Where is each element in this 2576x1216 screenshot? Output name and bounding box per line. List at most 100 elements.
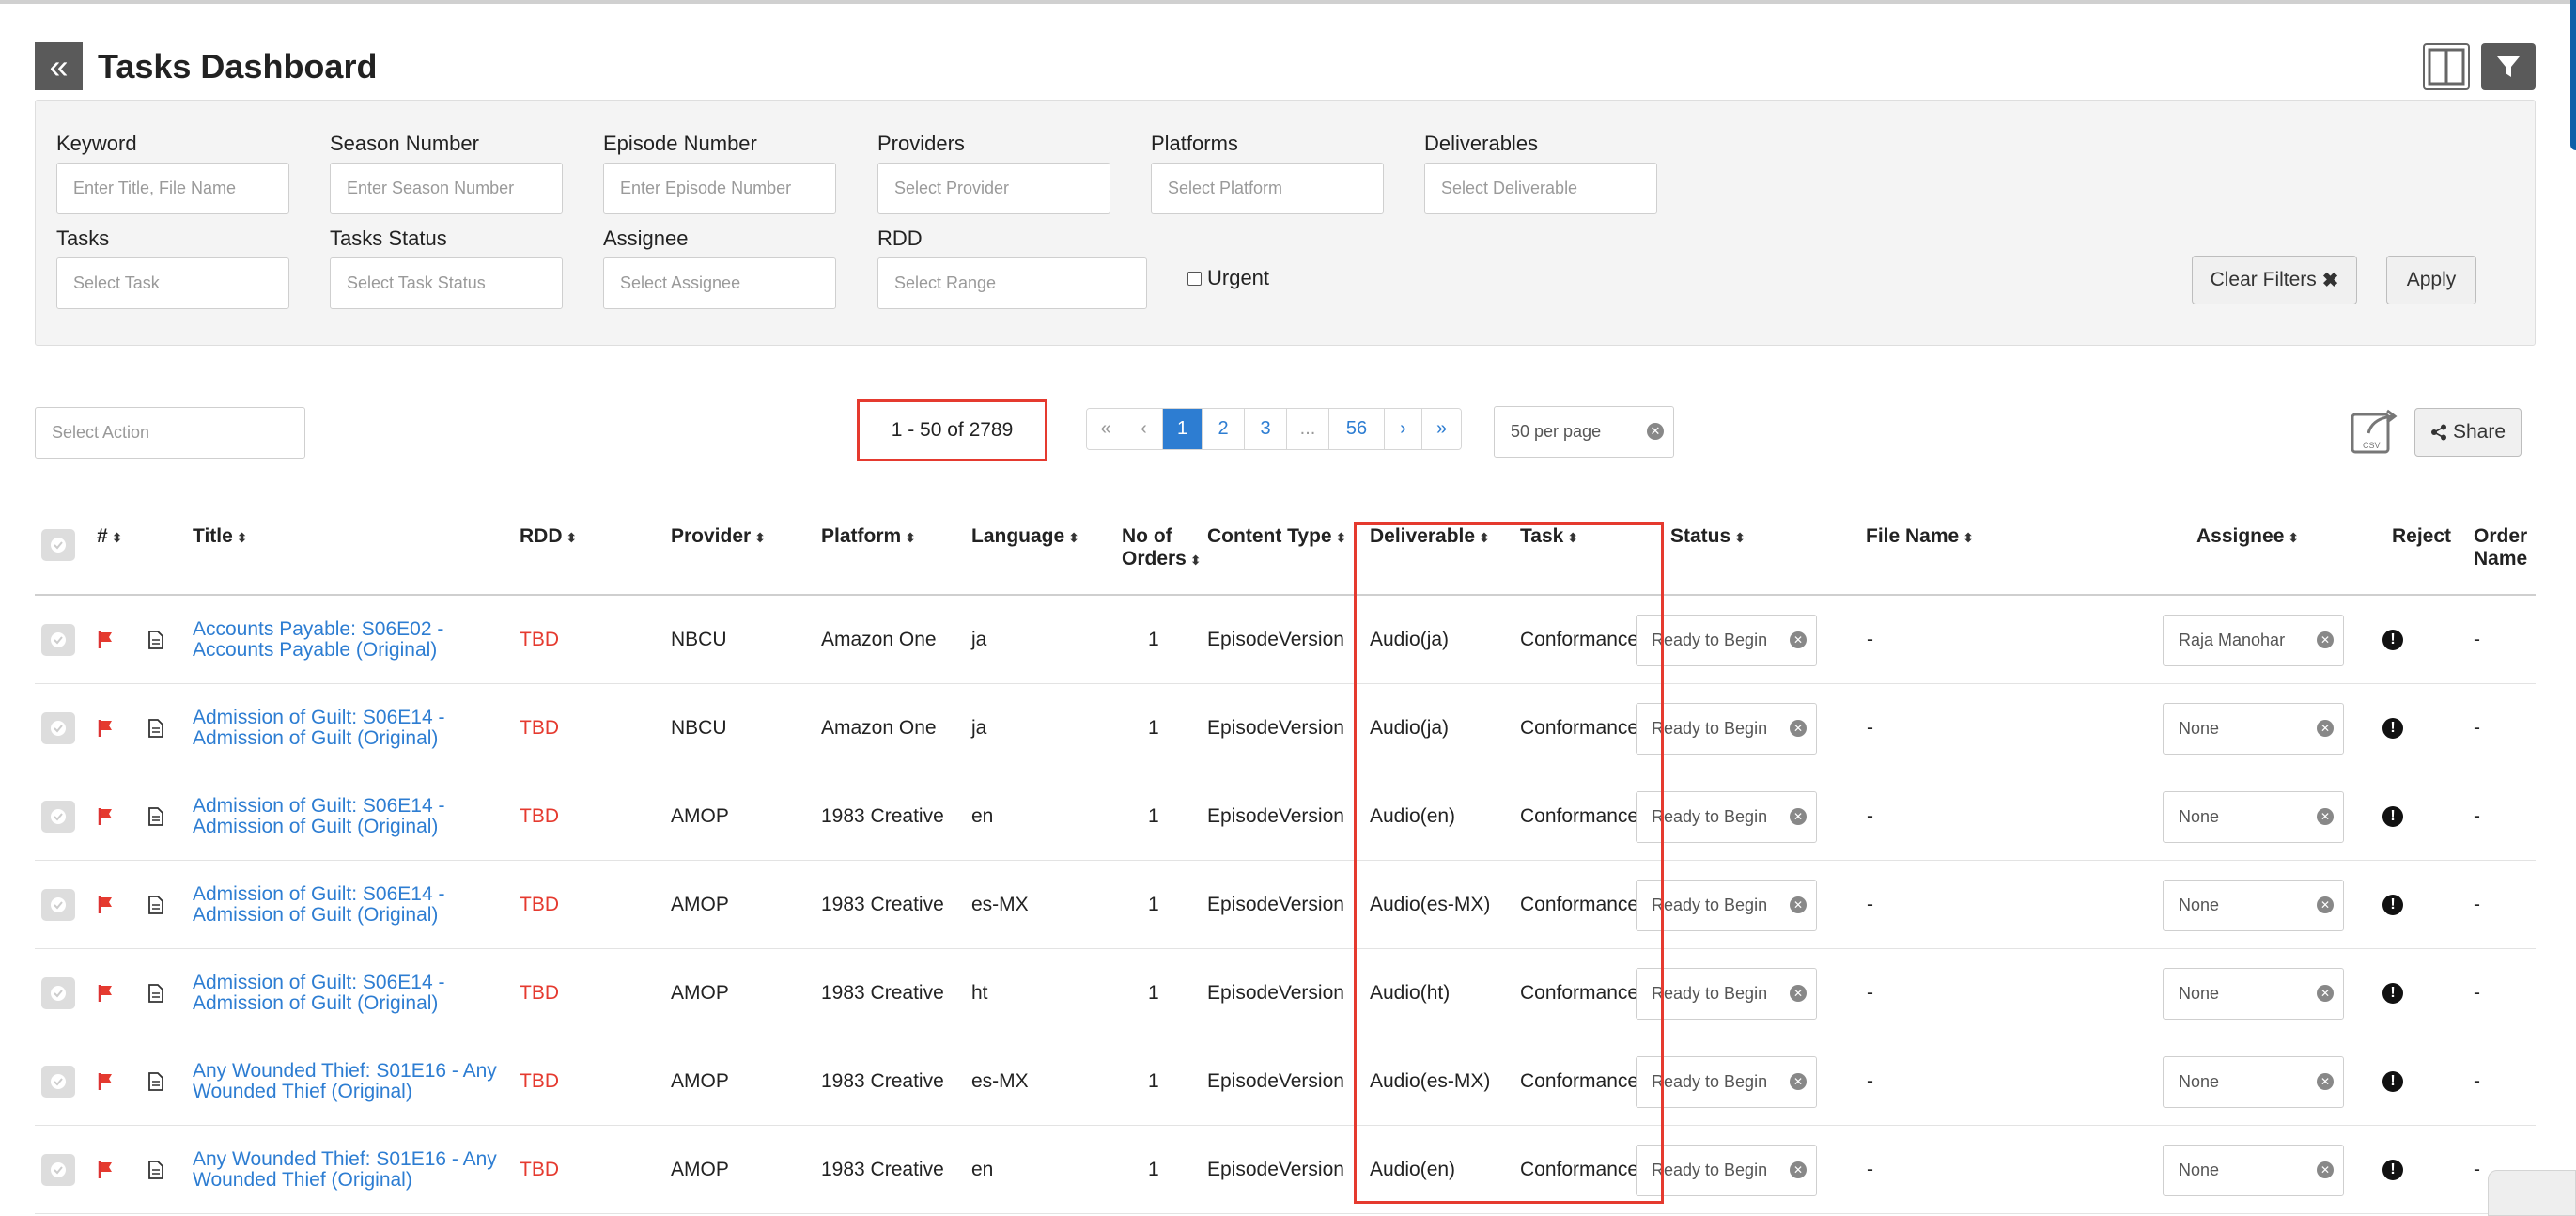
table-row[interactable]: Admission of Guilt: S06E14 - Admission o… xyxy=(35,861,2536,949)
document-icon[interactable] xyxy=(148,896,163,914)
task-title-link[interactable]: Accounts Payable: S06E02 - Accounts Paya… xyxy=(193,619,503,661)
document-icon[interactable] xyxy=(148,984,163,1003)
column-header-language[interactable]: Language ⬍ xyxy=(971,525,1079,549)
assignee-select[interactable]: None ✕ xyxy=(2163,1056,2344,1108)
assignee-select[interactable]: None ✕ xyxy=(2163,1145,2344,1196)
collapse-sidebar-button[interactable]: « xyxy=(35,42,83,90)
select-all-checkbox[interactable] xyxy=(41,529,75,561)
clear-icon[interactable]: ✕ xyxy=(1647,423,1664,440)
clear-icon[interactable]: ✕ xyxy=(2317,1161,2334,1178)
clear-icon[interactable]: ✕ xyxy=(1790,808,1807,825)
column-header-number[interactable]: # ⬍ xyxy=(97,525,122,549)
flag-icon[interactable] xyxy=(98,984,115,1003)
column-header-platform[interactable]: Platform ⬍ xyxy=(821,525,916,549)
share-button[interactable]: Share xyxy=(2414,408,2522,457)
select-action-dropdown[interactable]: Select Action xyxy=(35,407,305,459)
column-header-deliverable[interactable]: Deliverable ⬍ xyxy=(1370,525,1490,549)
document-icon[interactable] xyxy=(148,1161,163,1179)
csv-export-icon[interactable]: CSV xyxy=(2350,407,2398,456)
apply-button[interactable]: Apply xyxy=(2386,256,2476,304)
row-checkbox[interactable] xyxy=(41,977,75,1009)
clear-icon[interactable]: ✕ xyxy=(1790,1161,1807,1178)
flag-icon[interactable] xyxy=(98,631,115,649)
row-checkbox[interactable] xyxy=(41,624,75,656)
urgent-checkbox[interactable]: Urgent xyxy=(1187,266,1269,290)
last-page-button[interactable]: » xyxy=(1421,409,1461,449)
clear-icon[interactable]: ✕ xyxy=(2317,720,2334,737)
page-2-button[interactable]: 2 xyxy=(1202,409,1244,449)
tasks-select[interactable] xyxy=(56,257,289,309)
providers-select[interactable] xyxy=(877,163,1110,214)
assignee-select[interactable]: None ✕ xyxy=(2163,791,2344,843)
rdd-range-select[interactable] xyxy=(877,257,1147,309)
flag-icon[interactable] xyxy=(98,896,115,914)
deliverables-select[interactable] xyxy=(1424,163,1657,214)
column-header-status[interactable]: Status ⬍ xyxy=(1670,525,1746,549)
task-title-link[interactable]: Admission of Guilt: S06E14 - Admission o… xyxy=(193,796,503,837)
assignee-select[interactable] xyxy=(603,257,836,309)
status-select[interactable]: Ready to Begin ✕ xyxy=(1636,880,1817,931)
document-icon[interactable] xyxy=(148,807,163,826)
table-row[interactable]: Any Wounded Thief: S01E16 - Any Wounded … xyxy=(35,1037,2536,1126)
column-header-file-name[interactable]: File Name ⬍ xyxy=(1866,525,1974,549)
platforms-select[interactable] xyxy=(1151,163,1384,214)
column-header-task[interactable]: Task ⬍ xyxy=(1520,525,1578,549)
row-checkbox[interactable] xyxy=(41,712,75,744)
column-header-orders[interactable]: No of Orders ⬍ xyxy=(1122,525,1202,571)
row-checkbox[interactable] xyxy=(41,1066,75,1098)
document-icon[interactable] xyxy=(148,631,163,649)
status-select[interactable]: Ready to Begin ✕ xyxy=(1636,1145,1817,1196)
flag-icon[interactable] xyxy=(98,807,115,826)
row-checkbox[interactable] xyxy=(41,1154,75,1186)
clear-icon[interactable]: ✕ xyxy=(2317,985,2334,1002)
row-checkbox[interactable] xyxy=(41,801,75,833)
task-title-link[interactable]: Admission of Guilt: S06E14 - Admission o… xyxy=(193,973,503,1014)
clear-icon[interactable]: ✕ xyxy=(1790,631,1807,648)
column-header-assignee[interactable]: Assignee ⬍ xyxy=(2196,525,2299,549)
floating-widget[interactable] xyxy=(2488,1170,2576,1216)
column-header-rdd[interactable]: RDD ⬍ xyxy=(520,525,577,549)
season-input[interactable] xyxy=(330,163,563,214)
prev-page-button[interactable]: ‹ xyxy=(1125,409,1162,449)
table-row[interactable]: Admission of Guilt: S06E14 - Admission o… xyxy=(35,949,2536,1037)
page-56-button[interactable]: 56 xyxy=(1328,409,1384,449)
task-status-select[interactable] xyxy=(330,257,563,309)
reject-icon[interactable]: ! xyxy=(2382,718,2403,739)
episode-input[interactable] xyxy=(603,163,836,214)
page-3-button[interactable]: 3 xyxy=(1244,409,1286,449)
clear-icon[interactable]: ✕ xyxy=(1790,720,1807,737)
column-header-title[interactable]: Title ⬍ xyxy=(193,525,248,549)
reject-icon[interactable]: ! xyxy=(2382,806,2403,827)
status-select[interactable]: Ready to Begin ✕ xyxy=(1636,1056,1817,1108)
flag-icon[interactable] xyxy=(98,1072,115,1091)
reject-icon[interactable]: ! xyxy=(2382,630,2403,650)
table-row[interactable]: Admission of Guilt: S06E14 - Admission o… xyxy=(35,684,2536,772)
clear-icon[interactable]: ✕ xyxy=(1790,985,1807,1002)
keyword-input[interactable] xyxy=(56,163,289,214)
flag-icon[interactable] xyxy=(98,719,115,738)
task-title-link[interactable]: Any Wounded Thief: S01E16 - Any Wounded … xyxy=(193,1061,503,1102)
task-title-link[interactable]: Admission of Guilt: S06E14 - Admission o… xyxy=(193,708,503,749)
document-icon[interactable] xyxy=(148,719,163,738)
status-select[interactable]: Ready to Begin ✕ xyxy=(1636,703,1817,755)
task-title-link[interactable]: Admission of Guilt: S06E14 - Admission o… xyxy=(193,884,503,926)
reject-icon[interactable]: ! xyxy=(2382,1160,2403,1180)
table-row[interactable]: Admission of Guilt: S06E14 - Admission o… xyxy=(35,772,2536,861)
clear-icon[interactable]: ✕ xyxy=(2317,808,2334,825)
row-checkbox[interactable] xyxy=(41,889,75,921)
assignee-select[interactable]: None ✕ xyxy=(2163,968,2344,1020)
next-page-button[interactable]: › xyxy=(1384,409,1421,449)
assignee-select[interactable]: None ✕ xyxy=(2163,703,2344,755)
per-page-select[interactable]: 50 per page ✕ xyxy=(1494,406,1674,458)
columns-toggle-button[interactable] xyxy=(2423,43,2470,90)
first-page-button[interactable]: « xyxy=(1087,409,1125,449)
table-row[interactable]: Accounts Payable: S06E02 - Accounts Paya… xyxy=(35,596,2536,684)
clear-icon[interactable]: ✕ xyxy=(2317,1073,2334,1090)
reject-icon[interactable]: ! xyxy=(2382,1071,2403,1092)
column-header-content-type[interactable]: Content Type ⬍ xyxy=(1207,525,1358,549)
clear-icon[interactable]: ✕ xyxy=(1790,896,1807,913)
task-title-link[interactable]: Any Wounded Thief: S01E16 - Any Wounded … xyxy=(193,1149,503,1191)
status-select[interactable]: Ready to Begin ✕ xyxy=(1636,615,1817,666)
status-select[interactable]: Ready to Begin ✕ xyxy=(1636,791,1817,843)
reject-icon[interactable]: ! xyxy=(2382,895,2403,915)
